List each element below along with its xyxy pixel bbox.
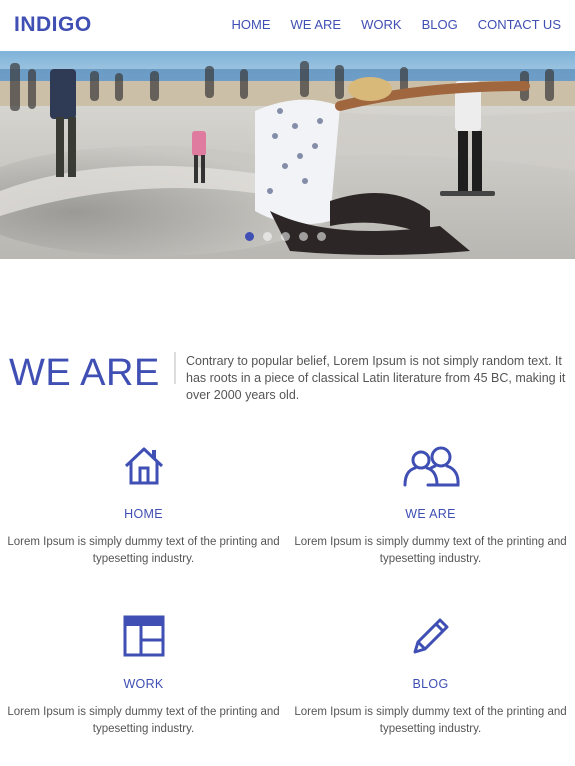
main-nav: HOME WE ARE WORK BLOG CONTACT US [212, 17, 561, 32]
nav-contact-us[interactable]: CONTACT US [478, 17, 561, 32]
site-logo[interactable]: INDIGO [14, 13, 92, 37]
feature-title: WORK [123, 677, 164, 691]
feature-home: HOME Lorem Ipsum is simply dummy text of… [0, 444, 287, 568]
feature-text: Lorem Ipsum is simply dummy text of the … [294, 706, 567, 735]
pencil-icon [413, 618, 448, 654]
slider-dot-2[interactable] [263, 232, 272, 241]
slider-dots [245, 232, 335, 241]
nav-work[interactable]: WORK [361, 17, 401, 32]
nav-we-are[interactable]: WE ARE [291, 17, 342, 32]
hero-slider [0, 51, 575, 259]
nav-home[interactable]: HOME [232, 17, 271, 32]
users-icon [403, 446, 460, 487]
feature-blog: BLOG Lorem Ipsum is simply dummy text of… [287, 614, 574, 738]
we-are-description: Contrary to popular belief, Lorem Ipsum … [186, 354, 566, 402]
feature-text: Lorem Ipsum is simply dummy text of the … [7, 706, 280, 735]
we-are-divider [174, 352, 176, 384]
feature-we-are: WE ARE Lorem Ipsum is simply dummy text … [287, 444, 574, 568]
home-icon [124, 447, 163, 485]
slider-dot-3[interactable] [281, 232, 290, 241]
slider-dot-1[interactable] [245, 232, 254, 241]
slider-dot-4[interactable] [299, 232, 308, 241]
slider-dot-5[interactable] [317, 232, 326, 241]
we-are-heading: WE ARE [9, 352, 160, 394]
feature-title: WE ARE [405, 507, 456, 521]
nav-blog[interactable]: BLOG [422, 17, 458, 32]
site-header: INDIGO HOME WE ARE WORK BLOG CONTACT US [0, 0, 575, 51]
feature-title: BLOG [412, 677, 449, 691]
feature-work: WORK Lorem Ipsum is simply dummy text of… [0, 614, 287, 738]
feature-text: Lorem Ipsum is simply dummy text of the … [294, 536, 567, 565]
feature-title: HOME [124, 507, 163, 521]
layout-icon [123, 615, 164, 657]
feature-text: Lorem Ipsum is simply dummy text of the … [7, 536, 280, 565]
hero-image [0, 51, 575, 259]
